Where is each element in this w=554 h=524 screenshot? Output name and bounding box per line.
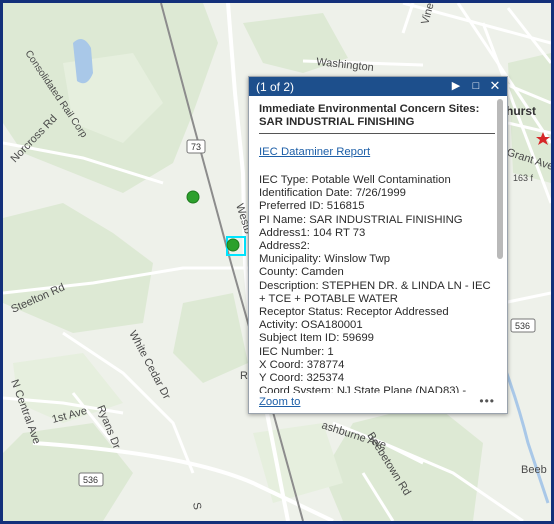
label-beeb: Beeb: [521, 464, 547, 476]
popup-scrollbar[interactable]: [497, 99, 503, 259]
more-options-icon[interactable]: •••: [479, 394, 495, 408]
popup-title: Immediate Environmental Concern Sites: S…: [259, 103, 495, 134]
popup-field: Address2:: [259, 240, 310, 253]
popup-attribute-list: IEC Type: Potable Well Contamination Iden…: [259, 174, 495, 393]
next-feature-icon[interactable]: ▶: [449, 79, 463, 93]
info-popup: (1 of 2) ▶ □ ✕ Immediate Environmental C…: [248, 76, 508, 414]
maximize-icon[interactable]: □: [469, 79, 483, 93]
route-73-shield: 73: [186, 139, 206, 154]
popup-field: Municipality: Winslow Twp: [259, 253, 391, 266]
label-163: 163 f: [513, 173, 534, 183]
popup-footer: Zoom to •••: [259, 394, 495, 410]
close-icon[interactable]: ✕: [488, 79, 502, 93]
svg-text:536: 536: [515, 321, 530, 331]
popup-field: IEC Type: Potable Well Contamination: [259, 174, 451, 186]
iec-site-point[interactable]: [186, 190, 200, 204]
popup-field: Description: STEPHEN DR. & LINDA LN - IE…: [259, 279, 491, 305]
popup-field: Preferred ID: 516815: [259, 200, 365, 213]
popup-field: Activity: OSA180001: [259, 319, 363, 332]
popup-field: Receptor Status: Receptor Addressed: [259, 306, 449, 319]
label-hurst: hurst: [506, 104, 536, 118]
label-r: R: [240, 370, 248, 382]
popup-field: Coord System: NJ State Plane (NAD83) -: [259, 385, 467, 393]
zoom-to-link[interactable]: Zoom to: [259, 396, 300, 408]
popup-field: County: Camden: [259, 266, 344, 279]
svg-text:73: 73: [191, 142, 201, 152]
route-536-shield-west: 536: [78, 472, 104, 487]
iec-dataminer-link[interactable]: IEC Dataminer Report: [259, 146, 495, 159]
map-frame: Washington Vine hurst Grant Ave 163 f Co…: [0, 0, 554, 524]
popup-field: Address1: 104 RT 73: [259, 226, 366, 239]
popup-pager: (1 of 2): [256, 80, 295, 94]
popup-field: X Coord: 378774: [259, 358, 345, 371]
popup-field: Subject Item ID: 59699: [259, 332, 374, 345]
popup-field: Identification Date: 7/26/1999: [259, 187, 406, 200]
popup-content: Immediate Environmental Concern Sites: S…: [259, 103, 495, 393]
popup-header: (1 of 2) ▶ □ ✕: [249, 77, 507, 96]
popup-field: Y Coord: 325374: [259, 372, 345, 385]
route-536-shield-east: 536: [510, 318, 536, 333]
popup-field: PI Name: SAR INDUSTRIAL FINISHING: [259, 213, 463, 226]
popup-field: IEC Number: 1: [259, 345, 334, 358]
svg-text:536: 536: [83, 475, 98, 485]
